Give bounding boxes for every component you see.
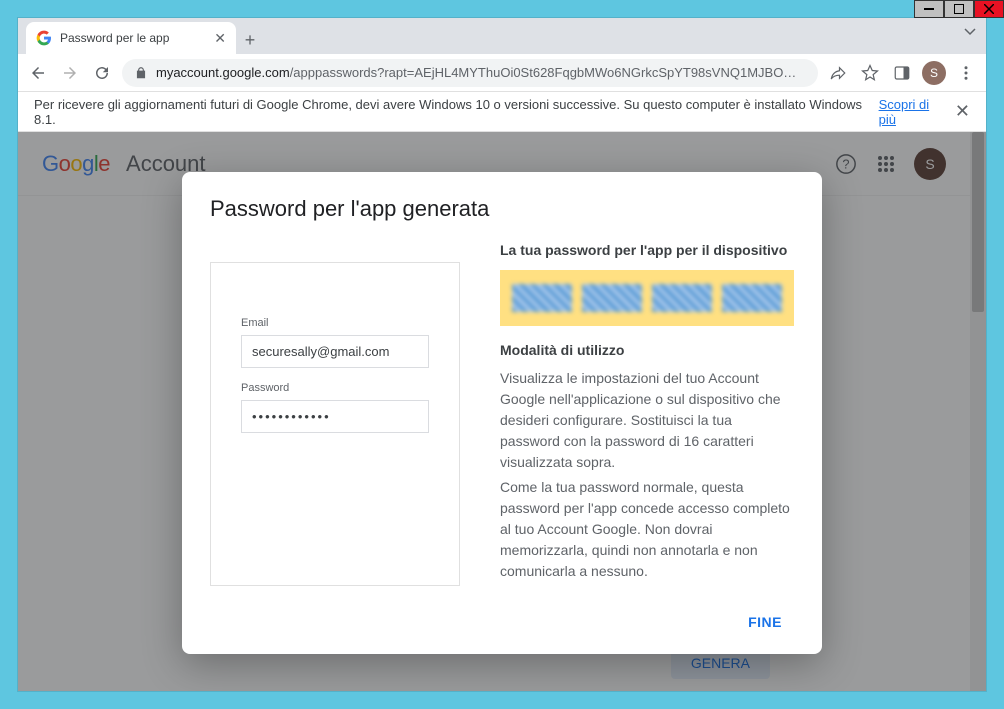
update-infobar: Per ricevere gli aggiornamenti futuri di…	[18, 92, 986, 132]
back-button[interactable]	[26, 61, 50, 85]
google-favicon-icon	[36, 30, 52, 46]
tab-search-button[interactable]	[964, 26, 976, 38]
password-label: Password	[241, 382, 429, 394]
tab-strip: Password per le app ✕ +	[18, 18, 986, 54]
password-segment	[582, 284, 642, 312]
reload-button[interactable]	[90, 61, 114, 85]
window-close-button[interactable]	[974, 0, 1004, 18]
address-bar[interactable]: myaccount.google.com/apppasswords?rapt=A…	[122, 59, 818, 87]
infobar-close-icon[interactable]: ✕	[955, 101, 970, 122]
maximize-button[interactable]	[944, 0, 974, 18]
password-segment	[722, 284, 782, 312]
profile-avatar[interactable]: S	[922, 61, 946, 85]
forward-button[interactable]	[58, 61, 82, 85]
tab-close-icon[interactable]: ✕	[214, 30, 226, 47]
device-password-title: La tua password per l'app per il disposi…	[500, 242, 794, 258]
url-domain: myaccount.google.com	[156, 65, 290, 80]
done-button[interactable]: FINE	[736, 606, 794, 638]
app-password-dialog: Password per l'app generata Email secure…	[182, 172, 822, 654]
browser-toolbar: myaccount.google.com/apppasswords?rapt=A…	[18, 54, 986, 92]
email-label: Email	[241, 317, 429, 329]
minimize-button[interactable]	[914, 0, 944, 18]
generated-password-box[interactable]	[500, 270, 794, 326]
share-icon[interactable]	[826, 61, 850, 85]
mock-login-card: Email securesally@gmail.com Password •••…	[210, 262, 460, 586]
infobar-link[interactable]: Scopri di più	[879, 97, 949, 127]
url-path: /apppasswords?rapt=AEjHL4MYThuOi0St628Fq…	[290, 65, 797, 80]
infobar-text: Per ricevere gli aggiornamenti futuri di…	[34, 97, 873, 127]
side-panel-icon[interactable]	[890, 61, 914, 85]
howto-paragraph-2: Come la tua password normale, questa pas…	[500, 477, 794, 582]
tab-title: Password per le app	[60, 31, 169, 45]
menu-icon[interactable]	[954, 61, 978, 85]
email-value: securesally@gmail.com	[241, 335, 429, 368]
password-mask: ••••••••••••	[241, 400, 429, 433]
lock-icon	[134, 66, 148, 80]
tab-active[interactable]: Password per le app ✕	[26, 22, 236, 54]
bookmark-icon[interactable]	[858, 61, 882, 85]
password-segment	[512, 284, 572, 312]
password-segment	[652, 284, 712, 312]
dialog-title: Password per l'app generata	[210, 196, 794, 222]
new-tab-button[interactable]: +	[236, 26, 264, 54]
howto-paragraph-1: Visualizza le impostazioni del tuo Accou…	[500, 368, 794, 473]
howto-title: Modalità di utilizzo	[500, 342, 794, 358]
